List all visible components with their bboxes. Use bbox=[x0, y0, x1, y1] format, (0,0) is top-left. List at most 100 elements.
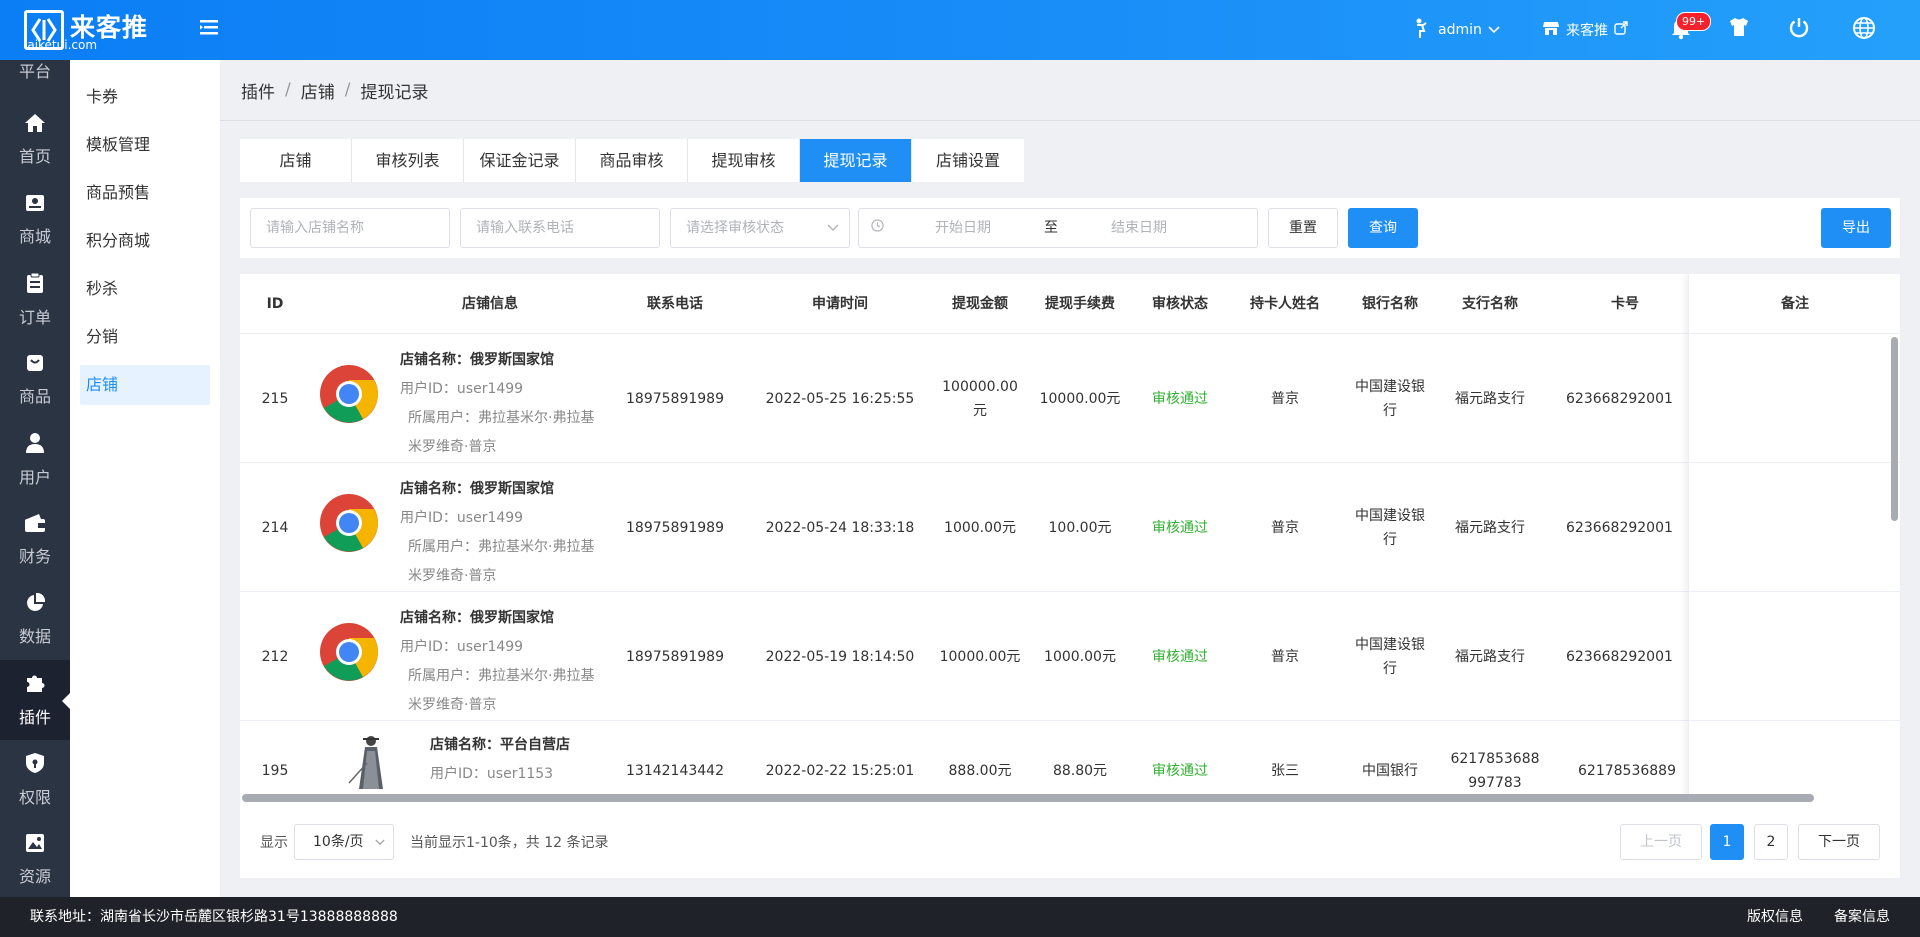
chrome-logo-icon bbox=[319, 364, 379, 434]
side-label: 首页 bbox=[18, 147, 51, 166]
store-icon bbox=[24, 193, 46, 223]
end-date-placeholder[interactable]: 结束日期 bbox=[1111, 209, 1167, 247]
horizontal-scrollbar[interactable] bbox=[242, 794, 1814, 802]
vertical-scrollbar[interactable] bbox=[1891, 337, 1898, 521]
date-range-picker[interactable]: 开始日期 至 结束日期 bbox=[858, 208, 1258, 248]
records-table: ID 店铺信息 联系电话 申请时间 提现金额 提现手续费 审核状态 持卡人姓名 … bbox=[240, 274, 1900, 802]
side-item-permissions[interactable]: 权限 bbox=[0, 740, 70, 820]
row-divider bbox=[1689, 720, 1900, 721]
image-icon bbox=[25, 833, 45, 863]
page-button-2[interactable]: 2 bbox=[1754, 824, 1788, 860]
reset-button[interactable]: 重置 bbox=[1268, 208, 1338, 248]
shield-icon bbox=[25, 752, 45, 784]
side-label: 商品 bbox=[18, 387, 51, 406]
copyright-link[interactable]: 版权信息 bbox=[1747, 897, 1803, 937]
side-label: 插件 bbox=[18, 708, 51, 727]
side-item-resources[interactable]: 资源 bbox=[0, 820, 70, 897]
show-label: 显示 bbox=[260, 835, 288, 851]
sub-sidebar: 卡券 模板管理 商品预售 积分商城 秒杀 分销 店铺 bbox=[70, 60, 220, 897]
cell-branch: 福元路支行 bbox=[1455, 519, 1525, 536]
records-card: ID 店铺信息 联系电话 申请时间 提现金额 提现手续费 审核状态 持卡人姓名 … bbox=[240, 274, 1900, 878]
tab-store-settings[interactable]: 店铺设置 bbox=[912, 139, 1024, 182]
cell-phone: 18975891989 bbox=[626, 519, 724, 536]
tab-goods-review[interactable]: 商品审核 bbox=[576, 139, 688, 182]
tab-review-list[interactable]: 审核列表 bbox=[352, 139, 464, 182]
cell-phone: 13142143442 bbox=[626, 763, 724, 779]
chrome-logo-icon bbox=[319, 622, 379, 692]
store-info: 店铺名称：平台自营店 用户ID：user1153 bbox=[430, 731, 570, 789]
bag-icon bbox=[25, 353, 45, 383]
store-owner: 所属用户：弗拉基米尔·弗拉基米罗维奇·普京 bbox=[408, 539, 595, 584]
store-info: 店铺名称：俄罗斯国家馆 用户ID：user1499 所属用户：弗拉基米尔·弗拉基… bbox=[400, 346, 600, 462]
store-name-input[interactable] bbox=[266, 210, 449, 246]
store-user-id: 用户ID：user1499 bbox=[400, 510, 524, 526]
store-name: 店铺名称：俄罗斯国家馆 bbox=[400, 352, 554, 368]
cell-branch: 福元路支行 bbox=[1455, 648, 1525, 665]
table-row: 195 店铺名称：平台自营店 用户ID：user1153 13142143442… bbox=[240, 721, 1900, 802]
cell-holder: 普京 bbox=[1271, 390, 1299, 407]
page-button-1[interactable]: 1 bbox=[1710, 824, 1744, 860]
table-row: 212 店铺名称：俄罗斯国家馆 用户ID：user1499 所属用户：弗拉基米尔… bbox=[240, 592, 1900, 721]
prev-page-button[interactable]: 上一页 bbox=[1620, 824, 1702, 860]
cell-status: 审核通过 bbox=[1152, 648, 1208, 665]
row-divider bbox=[1689, 462, 1900, 463]
side-item-home[interactable]: 首页 bbox=[0, 100, 70, 180]
breadcrumb-item[interactable]: 插件 bbox=[241, 78, 275, 103]
store-user-id: 用户ID：user1499 bbox=[400, 639, 524, 655]
cell-phone: 18975891989 bbox=[626, 390, 724, 407]
logo[interactable]: 来客推 laiketui.com bbox=[24, 8, 154, 54]
phone-field bbox=[460, 208, 660, 248]
chevron-down-icon bbox=[1488, 22, 1500, 38]
cell-amount: 10000.00元 bbox=[939, 648, 1021, 665]
filter-bar: 请选择审核状态 开始日期 至 结束日期 重置 查询 导出 bbox=[240, 198, 1900, 258]
col-store-info: 店铺信息 bbox=[462, 296, 518, 312]
side-item-data[interactable]: 数据 bbox=[0, 580, 70, 660]
page-size-control: 显示 10条/页 当前显示1-10条，共 12 条记录 bbox=[260, 824, 609, 860]
sub-item-points-mall[interactable]: 积分商城 bbox=[80, 221, 210, 261]
side-item-plugins[interactable]: 插件 bbox=[0, 660, 70, 740]
power-icon[interactable] bbox=[1788, 16, 1810, 42]
sub-item-flash-sale[interactable]: 秒杀 bbox=[80, 269, 210, 309]
sub-item-presale[interactable]: 商品预售 bbox=[80, 173, 210, 213]
next-page-button[interactable]: 下一页 bbox=[1798, 824, 1880, 860]
col-fee: 提现手续费 bbox=[1045, 296, 1115, 312]
row-divider bbox=[1689, 591, 1900, 592]
side-item-mall[interactable]: 商城 bbox=[0, 180, 70, 260]
side-item-goods[interactable]: 商品 bbox=[0, 340, 70, 420]
breadcrumb-item[interactable]: 店铺 bbox=[301, 78, 335, 103]
side-item-orders[interactable]: 订单 bbox=[0, 260, 70, 340]
tab-deposit-records[interactable]: 保证金记录 bbox=[464, 139, 576, 182]
tab-withdraw-records[interactable]: 提现记录 bbox=[800, 139, 912, 182]
query-button[interactable]: 查询 bbox=[1348, 208, 1418, 248]
phone-input[interactable] bbox=[476, 210, 659, 246]
cell-fee: 88.80元 bbox=[1052, 763, 1108, 779]
sub-item-coupon[interactable]: 卡券 bbox=[80, 77, 210, 117]
side-item-users[interactable]: 用户 bbox=[0, 420, 70, 500]
cell-holder: 普京 bbox=[1271, 519, 1299, 536]
export-button[interactable]: 导出 bbox=[1821, 208, 1891, 248]
side-label: 订单 bbox=[18, 308, 51, 327]
side-item-finance[interactable]: 财务 bbox=[0, 500, 70, 580]
status-select[interactable]: 请选择审核状态 bbox=[670, 208, 850, 248]
top-bar: 来客推 laiketui.com admin 来客推 99+ bbox=[0, 0, 1920, 60]
active-indicator bbox=[62, 693, 70, 709]
record-link[interactable]: 备案信息 bbox=[1834, 897, 1890, 937]
side-label: 数据 bbox=[18, 627, 51, 646]
start-date-placeholder[interactable]: 开始日期 bbox=[935, 209, 991, 247]
theme-shirt-icon[interactable] bbox=[1728, 16, 1750, 42]
page-size-select[interactable]: 10条/页 bbox=[294, 824, 394, 860]
cell-bank: 中国建设银行 bbox=[1355, 636, 1425, 677]
sub-item-store[interactable]: 店铺 bbox=[80, 365, 210, 405]
store-user-id: 用户ID：user1153 bbox=[430, 766, 554, 782]
user-menu[interactable]: admin bbox=[1412, 16, 1500, 44]
cell-status: 审核通过 bbox=[1152, 519, 1208, 536]
page-footer: 联系地址：湖南省长沙市岳麓区银杉路31号13888888888 版权信息 备案信… bbox=[0, 897, 1920, 937]
menu-toggle-icon[interactable] bbox=[198, 16, 220, 38]
sub-item-distribution[interactable]: 分销 bbox=[80, 317, 210, 357]
globe-icon[interactable] bbox=[1852, 16, 1876, 44]
tab-withdraw-review[interactable]: 提现审核 bbox=[688, 139, 800, 182]
tab-store[interactable]: 店铺 bbox=[240, 139, 352, 182]
shop-link[interactable]: 来客推 bbox=[1542, 16, 1628, 44]
cell-bank: 中国银行 bbox=[1362, 763, 1418, 779]
sub-item-template[interactable]: 模板管理 bbox=[80, 125, 210, 165]
